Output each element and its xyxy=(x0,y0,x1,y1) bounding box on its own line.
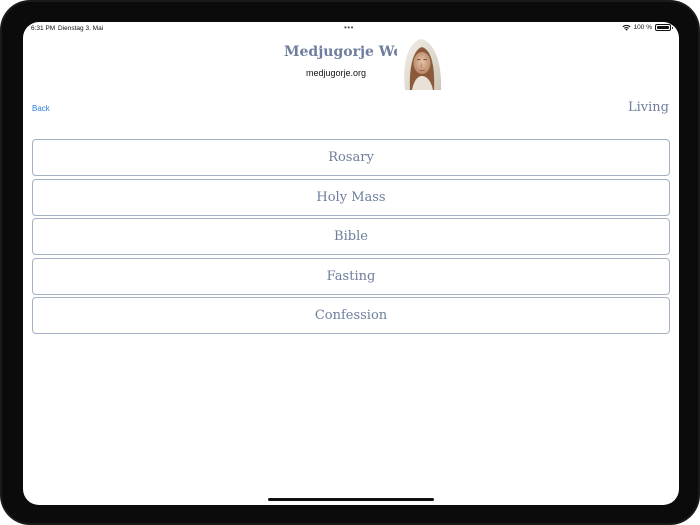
status-time: 6:31 PM xyxy=(31,25,56,32)
app-subtitle: medjugorje.org xyxy=(306,68,367,78)
status-date: Dienstag 3. Mai xyxy=(58,25,104,32)
multitasking-dots-icon[interactable]: ••• xyxy=(344,23,354,32)
wifi-icon xyxy=(622,24,631,31)
menu-item-confession[interactable]: Confession xyxy=(32,297,670,335)
menu-list: Rosary Holy Mass Bible Fasting Confessio… xyxy=(32,139,670,337)
back-button[interactable]: Back xyxy=(32,104,50,113)
menu-item-bible[interactable]: Bible xyxy=(32,218,670,256)
device-frame: 6:31 PM Dienstag 3. Mai ••• 100 % Medjug… xyxy=(0,0,700,525)
menu-item-holy-mass[interactable]: Holy Mass xyxy=(32,178,670,216)
menu-item-fasting[interactable]: Fasting xyxy=(32,257,670,295)
battery-percentage: 100 % xyxy=(633,24,652,31)
screen: 6:31 PM Dienstag 3. Mai ••• 100 % Medjug… xyxy=(23,22,679,505)
menu-item-rosary[interactable]: Rosary xyxy=(32,139,670,176)
section-title: Living xyxy=(628,100,669,115)
home-indicator[interactable] xyxy=(268,498,434,501)
navigation-bar: Back Living xyxy=(23,100,679,120)
app-title: Medjugorje Web xyxy=(284,44,413,60)
status-right: 100 % xyxy=(622,24,673,31)
status-bar: 6:31 PM Dienstag 3. Mai ••• 100 % xyxy=(23,22,679,35)
madonna-image xyxy=(397,36,445,90)
battery-icon xyxy=(655,24,673,31)
app-header: Medjugorje Web medjugorje.org xyxy=(23,36,679,96)
